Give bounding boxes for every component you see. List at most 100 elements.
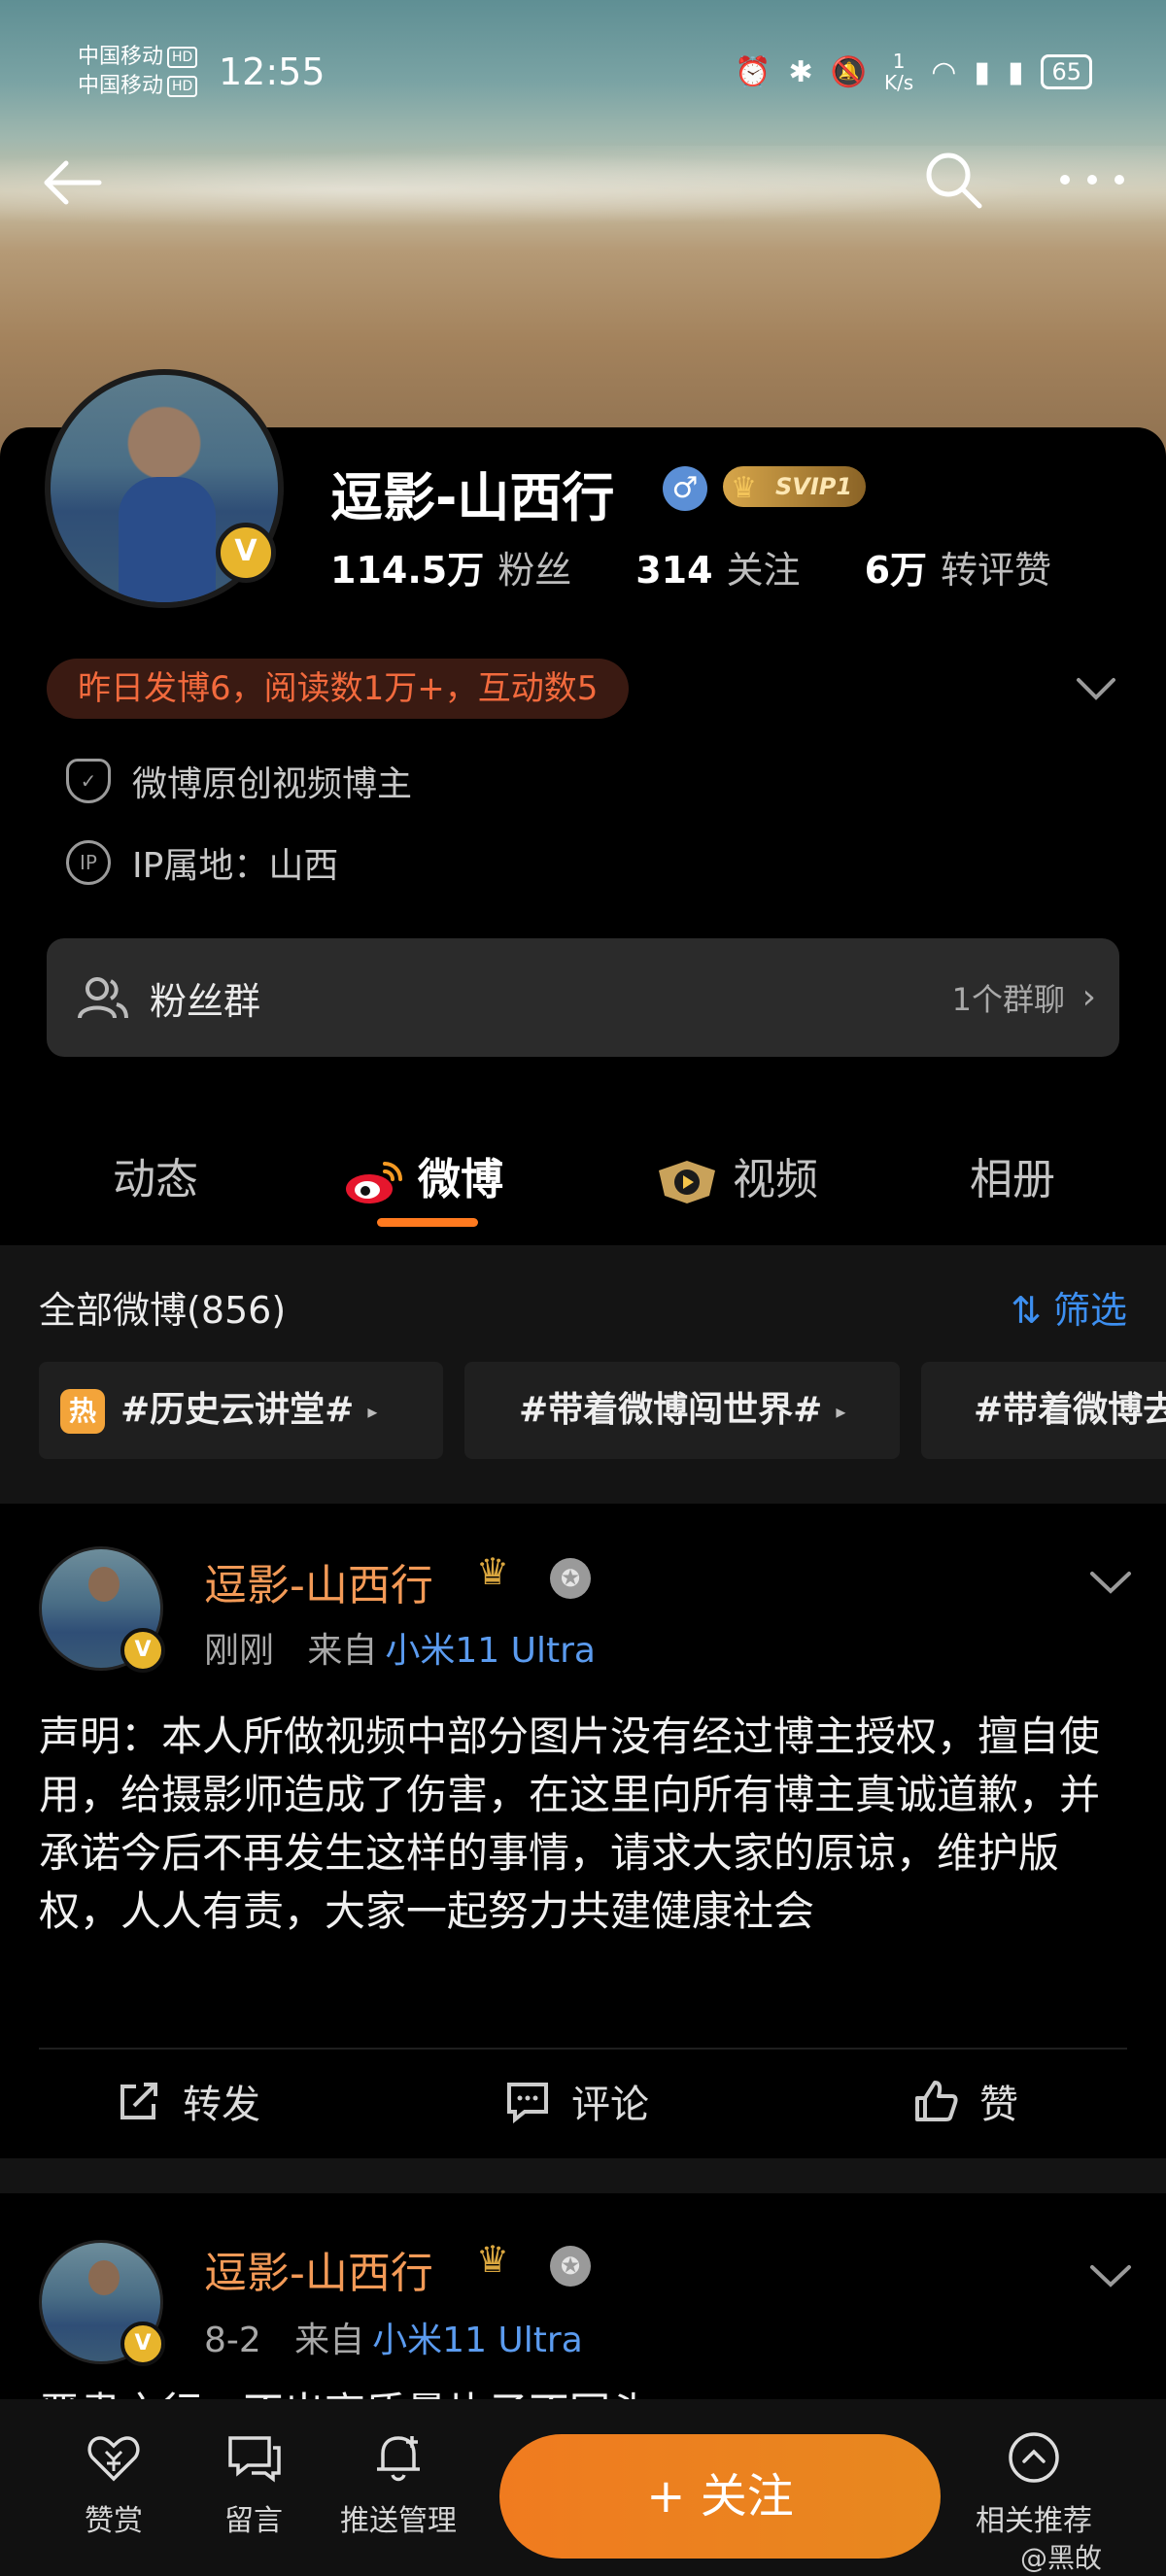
hot-badge: 热 [60, 1389, 105, 1434]
svip-badge[interactable]: ♛ SVIP1 [723, 466, 867, 507]
tab-album[interactable]: 相册 [970, 1144, 1055, 1206]
chevron-down-icon[interactable] [1075, 670, 1117, 705]
stat-label: 关注 [726, 549, 801, 592]
group-icon [78, 977, 128, 1019]
verified-badge: V [120, 1628, 165, 1673]
tab-video[interactable]: 视频 [653, 1144, 818, 1207]
topic-chip[interactable]: 热 #历史云讲堂# ▸ [39, 1362, 443, 1459]
clock: 12:55 [219, 51, 326, 93]
tab-video-label: 视频 [733, 1155, 818, 1204]
post-device[interactable]: 小米11 Ultra [385, 1631, 596, 1671]
alarm-icon: ⏰ [735, 54, 772, 89]
profile-name: 逗影-山西行 [330, 467, 615, 528]
stat-following[interactable]: 314 关注 [635, 540, 800, 593]
post-text[interactable]: 严肃之行，不出高质量片子不回头 [39, 2384, 1127, 2399]
reward-button[interactable]: 赞赏 [70, 2428, 157, 2539]
weibo-logo-icon [346, 1162, 402, 1203]
verified-badge: V [216, 523, 276, 583]
comment-icon [507, 2083, 548, 2124]
reward-label: 赞赏 [85, 2504, 143, 2538]
post-text[interactable]: 声明：本人所做视频中部分图片没有经过博主授权，擅自使用，给摄影师造成了伤害，在这… [39, 1708, 1127, 1941]
post-from: 来自 [294, 2321, 365, 2360]
medal-icon: ✪ [550, 2246, 591, 2287]
post-author[interactable]: 逗影-山西行 [204, 2238, 433, 2300]
hd-badge: HD [167, 76, 198, 97]
post-separator [0, 2158, 1166, 2193]
related-recommendations-button[interactable]: 相关推荐 [966, 2428, 1102, 2539]
signal-icon: ▮ [974, 54, 990, 89]
repost-button[interactable]: 转发 [115, 2073, 260, 2129]
bottom-action-bar: 赞赏 留言 推送管理 + 关注 相关推荐 [0, 2399, 1166, 2576]
crown-icon: ♛ [476, 1550, 510, 1593]
post-card: V 逗影-山西行 ♛ ✪ 刚刚 来自 小米11 Ultra 声明：本人所做视频中部… [0, 1504, 1166, 2158]
stat-fans[interactable]: 114.5万 粉丝 [330, 540, 571, 593]
verified-badge: V [120, 2322, 165, 2366]
topic-label: #带着微博闯世界# [519, 1390, 823, 1430]
profile-stats: 114.5万 粉丝 314 关注 6万 转评赞 [330, 540, 1051, 593]
svip-label: SVIP1 [775, 473, 853, 500]
search-icon[interactable] [919, 146, 987, 214]
post-divider [39, 2048, 1127, 2050]
topic-chip[interactable]: #带着微博去 [921, 1362, 1166, 1459]
mute-icon: 🔕 [830, 54, 867, 89]
post-author[interactable]: 逗影-山西行 [204, 1550, 433, 1612]
ip-location-text: IP属地：山西 [132, 846, 339, 886]
filter-button[interactable]: ⇅ 筛选 [1011, 1280, 1127, 1334]
hd-badge: HD [167, 47, 198, 68]
repost-icon [120, 2083, 157, 2119]
battery-indicator: 65 [1041, 54, 1092, 89]
stat-label: 粉丝 [497, 549, 572, 592]
banner-wave [0, 146, 1166, 233]
comment-label: 评论 [571, 2083, 649, 2127]
feed-filter-section: 全部微博(856) ⇅ 筛选 热 #历史云讲堂# ▸ #带着微博闯世界# ▸ #带着微… [0, 1245, 1166, 1504]
system-icons: ⏰ ✱ 🔕 1 K/s ◠ ▮ ▮ 65 [735, 51, 1092, 93]
avatar-head [88, 1567, 120, 1602]
watermark: @黑敀 [1020, 2542, 1103, 2574]
status-bar: 中国移动 HD 中国移动 HD 12:55 ⏰ ✱ 🔕 1 K/s ◠ ▮ ▮ 65 [0, 39, 1166, 107]
message-label: 留言 [224, 2504, 283, 2538]
post-device[interactable]: 小米11 Ultra [372, 2321, 583, 2360]
chevron-up-circle-icon [1009, 2432, 1059, 2483]
avatar-head [88, 2260, 120, 2295]
stat-value: 114.5万 [330, 549, 485, 592]
message-button[interactable]: 留言 [210, 2428, 297, 2539]
follow-button[interactable]: + 关注 [499, 2434, 941, 2559]
post-from: 来自 [307, 1631, 378, 1671]
more-options-icon[interactable] [1053, 155, 1131, 204]
net-speed-unit: K/s [883, 71, 914, 94]
repost-label: 转发 [183, 2083, 260, 2127]
fans-group-entry[interactable]: 粉丝群 1个群聊 › [47, 938, 1119, 1057]
profile-tabs: 动态 微博 视频 相册 [0, 1098, 1166, 1243]
post-meta: 刚刚 来自 小米11 Ultra [204, 1622, 596, 1673]
shield-icon: ✓ [66, 759, 111, 803]
push-settings-label: 推送管理 [340, 2504, 457, 2538]
certification-text: 微博原创视频博主 [132, 764, 413, 804]
avatar-figure [119, 477, 216, 602]
stat-interactions[interactable]: 6万 转评赞 [865, 540, 1051, 593]
post-meta: 8-2 来自 小米11 Ultra [204, 2312, 583, 2362]
comment-button[interactable]: 评论 [503, 2073, 649, 2129]
caret-right-icon: ▸ [367, 1400, 378, 1423]
topic-chip[interactable]: #带着微博闯世界# ▸ [464, 1362, 900, 1459]
chevron-down-icon[interactable] [1088, 1568, 1133, 1597]
net-speed: 1 K/s [884, 51, 913, 93]
stat-label: 转评赞 [941, 549, 1052, 592]
caret-right-icon: ▸ [836, 1400, 846, 1423]
topic-label: #历史云讲堂# [120, 1390, 355, 1430]
like-button[interactable]: 赞 [911, 2073, 1018, 2129]
tab-dynamics[interactable]: 动态 [113, 1144, 198, 1206]
chevron-right-icon: › [1081, 977, 1096, 1017]
chevron-down-icon[interactable] [1088, 2261, 1133, 2290]
push-settings-button[interactable]: 推送管理 [330, 2428, 466, 2539]
crown-icon: ♛ [476, 2238, 510, 2281]
all-weibo-count[interactable]: 全部微博(856) [39, 1280, 286, 1334]
activity-summary-pill[interactable]: 昨日发博6，阅读数1万+，互动数5 [47, 659, 630, 719]
signal-icon-2: ▮ [1007, 54, 1024, 89]
related-label: 相关推荐 [976, 2504, 1092, 2538]
back-arrow-icon[interactable] [37, 146, 111, 220]
active-tab-indicator [377, 1218, 478, 1227]
thumbs-up-icon [915, 2081, 958, 2121]
video-channel-icon [659, 1161, 715, 1203]
tab-weibo[interactable]: 微博 [342, 1144, 503, 1206]
bell-plus-icon [377, 2436, 420, 2482]
